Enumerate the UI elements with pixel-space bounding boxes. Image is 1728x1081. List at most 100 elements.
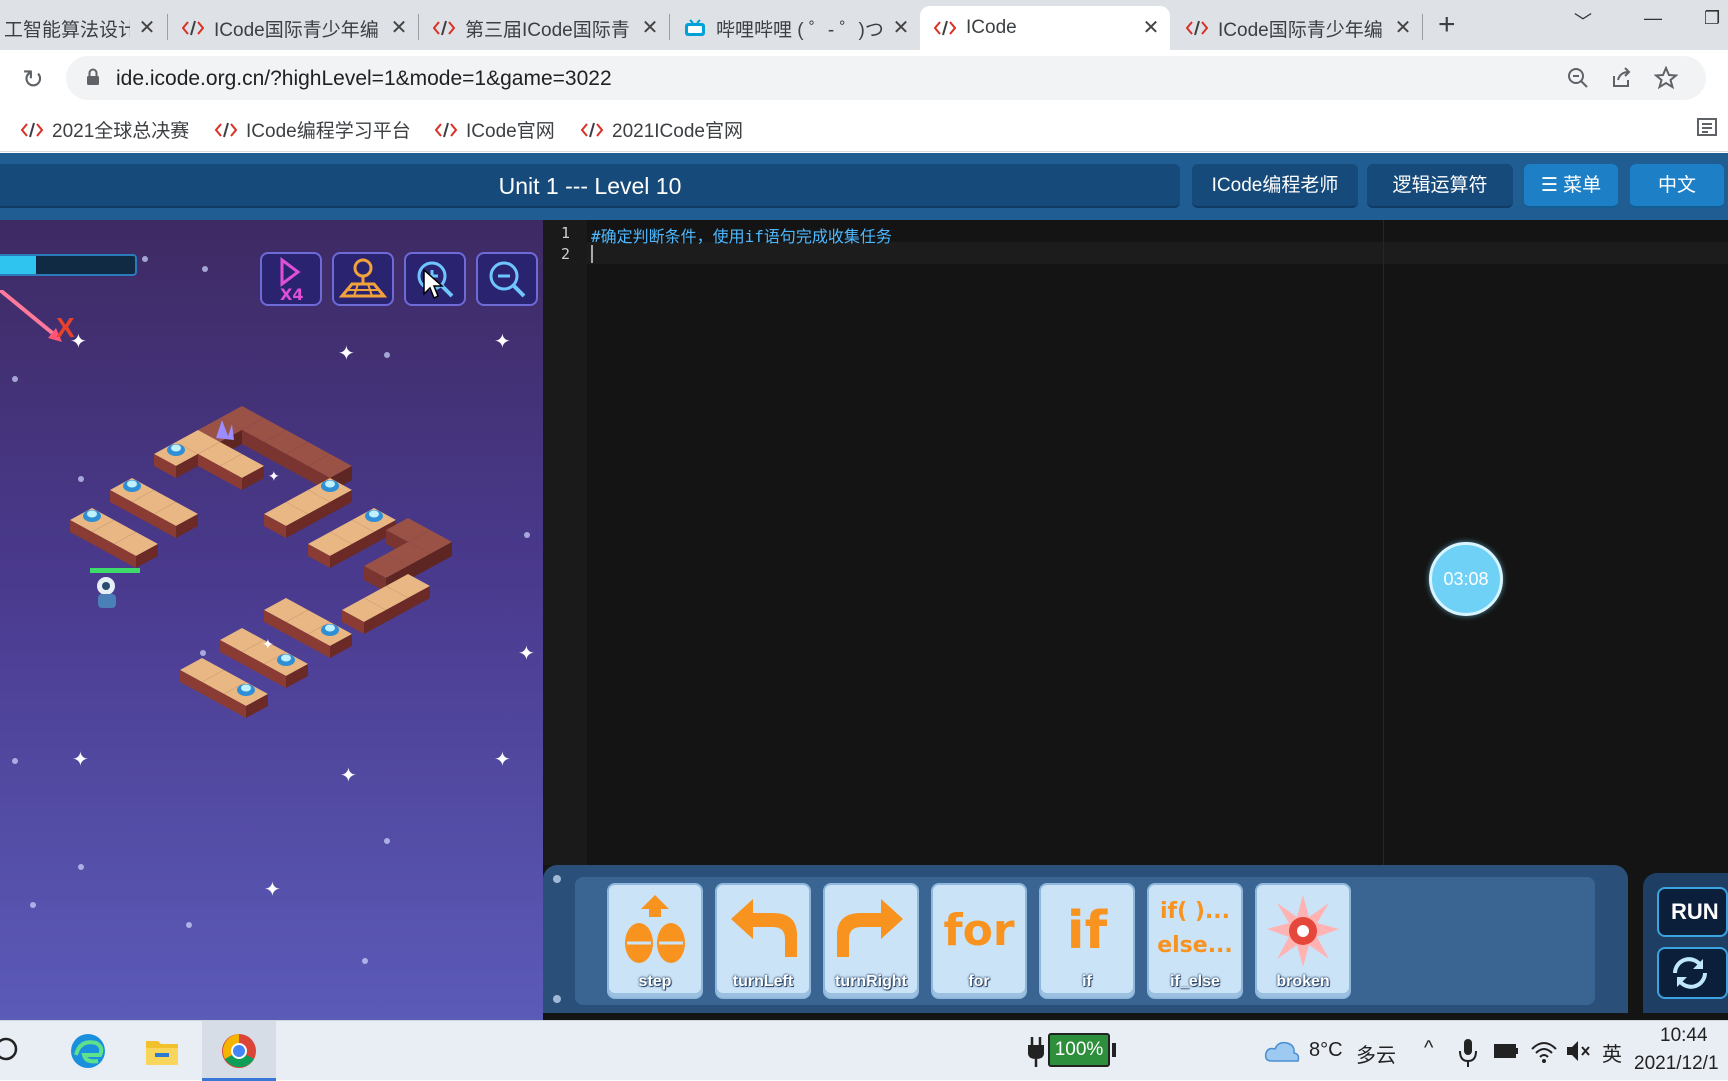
icode-favicon-icon (934, 20, 956, 36)
star-decoration: ✦ (340, 765, 357, 787)
show-hidden-icons-chevron-icon[interactable]: ^ (1424, 1037, 1433, 1060)
menu-button[interactable]: ☰ 菜单 (1524, 164, 1618, 208)
clock-time[interactable]: 10:44 (1660, 1025, 1708, 1047)
battery-status-icon[interactable] (1492, 1031, 1520, 1071)
star-dot (524, 532, 530, 538)
omnibox[interactable]: ide.icode.org.cn/?highLevel=1&mode=1&gam… (66, 56, 1706, 100)
for-text-icon: for (943, 905, 1015, 956)
minimize-icon[interactable]: — (1644, 8, 1662, 29)
block-broken[interactable]: broken (1255, 883, 1351, 999)
browser-tab-active[interactable]: ICode ✕ (920, 6, 1170, 50)
browser-tab[interactable]: 第三届ICode国际青 ✕ (419, 6, 669, 50)
url-text[interactable]: ide.icode.org.cn/?highLevel=1&mode=1&gam… (116, 67, 612, 91)
map-locate-icon (338, 258, 388, 298)
clock-date[interactable]: 2021/12/1 (1634, 1053, 1719, 1075)
bookmark-item[interactable]: ICode官网 (434, 116, 555, 143)
star-dot (78, 476, 84, 482)
close-icon[interactable]: ✕ (641, 18, 659, 38)
bookmark-item[interactable]: ICode编程学习平台 (214, 116, 411, 143)
lock-icon[interactable] (86, 68, 100, 86)
browser-tab[interactable]: ICode国际青少年编 ✕ (168, 6, 418, 50)
close-icon[interactable]: ✕ (1142, 18, 1160, 38)
volume-muted-icon[interactable] (1564, 1031, 1592, 1071)
star-dot (200, 650, 206, 656)
block-label: turnLeft (732, 973, 794, 990)
bookmark-item[interactable]: 2021ICode官网 (580, 116, 743, 143)
weather-desc[interactable]: 多云 (1356, 1039, 1396, 1068)
file-explorer-icon[interactable] (142, 1031, 182, 1071)
tab-title: ICode国际青少年编 (1218, 19, 1383, 41)
logic-operator-button[interactable]: 逻辑运算符 (1367, 164, 1513, 208)
speed-label: X4 (280, 285, 303, 304)
star-dot (202, 266, 208, 272)
browser-tab[interactable]: 哔哩哔哩 ( ゜- ゜)つ ✕ (670, 6, 920, 50)
star-decoration: ✦ (494, 331, 511, 353)
battery-indicator[interactable]: 100% (1048, 1033, 1110, 1067)
star-dot (384, 352, 390, 358)
bookmarks-bar: 2021全球总决赛 ICode编程学习平台 ICode官网 2021ICode官… (0, 106, 1728, 152)
close-icon[interactable]: ✕ (892, 18, 910, 38)
block-step[interactable]: step (607, 883, 703, 999)
close-icon[interactable]: ✕ (1394, 18, 1412, 38)
icode-favicon-icon (433, 20, 455, 36)
reading-list-icon[interactable] (1696, 116, 1718, 138)
bookmark-star-icon[interactable] (1654, 66, 1678, 90)
browser-tab[interactable]: ICode国际青少年编 ✕ (1172, 6, 1422, 50)
mouse-cursor-icon (423, 268, 444, 300)
restore-window-icon[interactable]: ❐ (1704, 8, 1720, 29)
text-cursor (591, 245, 593, 263)
cloud-weather-icon[interactable] (1262, 1031, 1302, 1071)
close-icon[interactable]: ✕ (138, 18, 156, 38)
star-dot (362, 958, 368, 964)
language-button[interactable]: 中文 (1630, 164, 1724, 208)
run-panel: RUN (1643, 873, 1728, 1013)
code-editor[interactable]: 1 2 #确定判断条件，使用if语句完成收集任务 (543, 220, 1728, 865)
microphone-icon[interactable] (1456, 1031, 1480, 1071)
bookmark-label: ICode官网 (466, 121, 555, 142)
share-icon[interactable] (1610, 66, 1634, 90)
search-icon[interactable] (0, 1031, 32, 1071)
wifi-icon[interactable] (1530, 1031, 1558, 1071)
bookmark-item[interactable]: 2021全球总决赛 (20, 116, 189, 143)
reload-icon[interactable]: ↻ (22, 64, 44, 95)
block-if-else[interactable]: if( )... else... if_else (1147, 883, 1243, 999)
health-bar (0, 254, 137, 276)
code-comment-line[interactable]: #确定判断条件，使用if语句完成收集任务 (591, 223, 892, 247)
tab-title: ICode国际青少年编 (214, 19, 379, 41)
edge-browser-icon[interactable] (68, 1031, 108, 1071)
star-dot (78, 864, 84, 870)
bookmark-label: 2021ICode官网 (612, 121, 743, 142)
star-dot (186, 922, 192, 928)
chrome-browser-icon[interactable] (219, 1031, 259, 1071)
block-turn-left[interactable]: turnLeft (715, 883, 811, 999)
block-label: if_else (1170, 973, 1220, 990)
block-if[interactable]: if if (1039, 883, 1135, 999)
block-label: if (1082, 973, 1092, 990)
star-dot (30, 902, 36, 908)
map-locate-button[interactable] (332, 252, 394, 306)
block-toolbox: step turnLeft turnRight for for if if if… (543, 865, 1728, 1020)
zoom-out-button[interactable] (476, 252, 538, 306)
block-for[interactable]: for for (931, 883, 1027, 999)
star-decoration: ✦ (264, 879, 281, 901)
browser-tab[interactable]: 工智能算法设计活 ✕ (0, 6, 166, 50)
new-tab-plus-icon[interactable]: + (1438, 10, 1456, 40)
zoom-icon[interactable] (1566, 66, 1590, 90)
line-number: 2 (561, 245, 571, 263)
block-turn-right[interactable]: turnRight (823, 883, 919, 999)
reset-button[interactable] (1657, 947, 1728, 999)
speed-button[interactable]: X4 (260, 252, 322, 306)
game-stage[interactable]: X4 X ✦ ✦ ✦ ✦ ✦ ✦ ✦ ✦ ✦ ✦ (0, 220, 543, 1020)
ime-indicator[interactable]: 英 (1602, 1038, 1622, 1067)
address-bar-row: ↻ ide.icode.org.cn/?highLevel=1&mode=1&g… (0, 50, 1728, 106)
weather-temp[interactable]: 8°C (1309, 1039, 1343, 1062)
tab-title: 第三届ICode国际青 (465, 19, 630, 41)
star-decoration: ✦ (518, 643, 535, 665)
star-decoration: ✦ (72, 749, 89, 771)
run-button[interactable]: RUN (1657, 887, 1728, 937)
tab-search-chevron-icon[interactable]: ﹀ (1574, 8, 1592, 34)
tab-title: ICode (966, 17, 1017, 38)
close-icon[interactable]: ✕ (390, 18, 408, 38)
turn-left-arrow-icon (717, 891, 809, 971)
teacher-button[interactable]: ICode编程老师 (1192, 164, 1358, 208)
